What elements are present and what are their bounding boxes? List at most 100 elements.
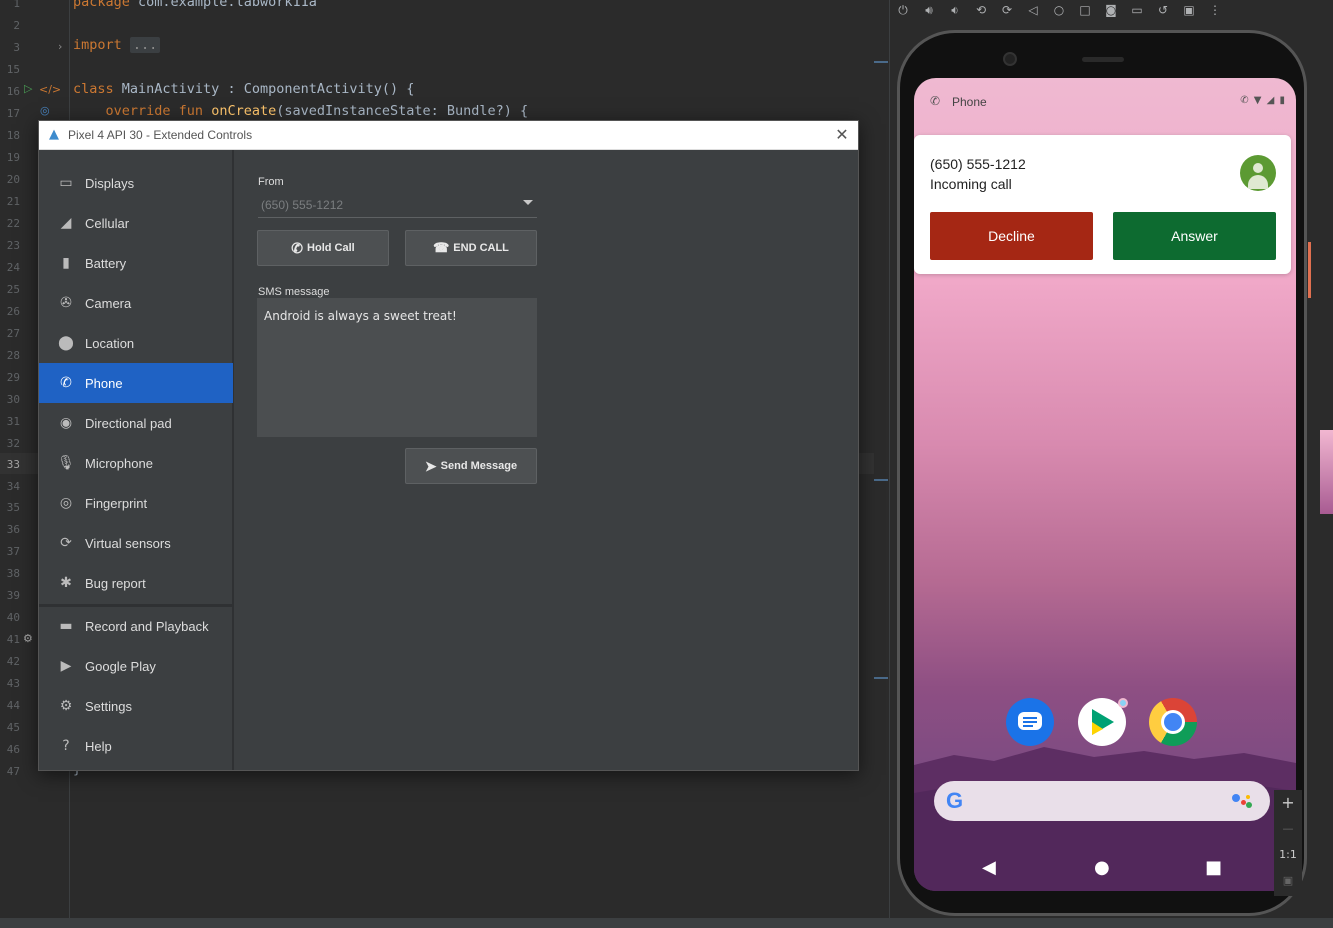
home-icon[interactable]: ○ [1046,1,1072,19]
sidebar-item-phone[interactable]: ✆ Phone [39,363,233,403]
sidebar-item-label: Camera [85,295,132,311]
assistant-icon[interactable] [1232,792,1256,810]
line-number: 46 [6,743,20,756]
code-line[interactable]: import ... [73,37,161,53]
sidebar-item-label: Settings [85,698,132,714]
device-screen[interactable]: ✆ Phone ✆ ▼ ◢ ▮ (650) 555-1212 Incoming … [914,78,1296,891]
line-number: 25 [6,283,20,296]
sidebar-item-virtual-sensors[interactable]: ⟳ Virtual sensors [39,523,233,563]
phone-pause-icon: ✆ [291,239,304,256]
navigation-bar: ◀ ● ■ [914,848,1296,888]
nav-home-icon[interactable]: ● [1094,858,1110,878]
zoom-ratio-button[interactable]: 1:1 [1274,842,1302,868]
sidebar-item-label: Displays [85,175,135,191]
sms-message-textarea[interactable]: Android is always a sweet treat! [257,298,537,437]
sidebar-item-directional-pad[interactable]: ◉ Directional pad [39,403,233,443]
dialog-title: Pixel 4 API 30 - Extended Controls [68,128,253,142]
google-logo-icon: G [946,788,964,813]
hold-call-button[interactable]: ✆ Hold Call [257,230,389,266]
screenshot-icon[interactable]: ◙ [1098,1,1124,19]
sidebar-item-fingerprint[interactable]: ◎ Fingerprint [39,483,233,523]
line-number: 28 [6,349,20,362]
line-number: 1 [13,0,20,10]
sidebar-item-bug-report[interactable]: ✱ Bug report [39,563,233,603]
avatar-icon [1240,155,1276,191]
chrome-app-icon[interactable] [1149,698,1197,746]
sidebar-item-help[interactable]: ? Help [39,726,233,766]
sidebar-item-settings[interactable]: ⚙ Settings [39,686,233,726]
rotate-left-icon[interactable]: ⟲ [968,1,994,19]
messages-app-icon[interactable] [1006,698,1054,746]
record-icon[interactable]: ▭ [1124,1,1150,19]
incoming-call-notification[interactable]: (650) 555-1212 Incoming call Decline Ans… [914,135,1291,274]
line-number: 47 [6,765,20,778]
sidebar-item-record-and-playback[interactable]: ▬ Record and Playback [39,606,233,646]
zoom-out-button[interactable]: — [1274,816,1302,842]
close-icon[interactable]: ✕ [832,125,852,145]
sidebar-item-label: Phone [85,375,123,391]
back-icon[interactable]: ◁ [1020,1,1046,19]
gear-icon[interactable]: ⚙ [23,632,33,645]
send-message-button[interactable]: ➤ Send Message [405,448,537,484]
sms-message-label: SMS message [258,286,330,298]
from-number-select[interactable]: (650) 555-1212 [258,194,537,218]
sidebar-item-google-play[interactable]: ▶ Google Play [39,646,233,686]
more-icon[interactable]: ⋮ [1202,1,1228,19]
sidebar-item-microphone[interactable]: 🎙︎ Microphone [39,443,233,483]
sidebar-item-location[interactable]: ⬤ Location [39,323,233,363]
play-store-app-icon[interactable] [1078,698,1128,746]
power-icon[interactable]: ⏻ [890,1,916,19]
overview-icon[interactable]: □ [1072,1,1098,19]
from-number-value: (650) 555-1212 [261,198,344,212]
line-number: 29 [6,371,20,384]
front-camera [1003,52,1017,66]
line-number: 43 [6,677,20,690]
sidebar-item-cellular[interactable]: ◢ Cellular [39,203,233,243]
status-indicator-icons: ✆ ▼ ◢ ▮ [1240,95,1286,106]
line-number: 16 [6,85,20,98]
fold-icon[interactable]: ▣ [1176,1,1202,19]
line-number: 26 [6,305,20,318]
run-icon[interactable]: ▷ [24,82,32,95]
code-line[interactable]: package com.example.labwork11a [73,0,317,10]
line-number: 27 [6,327,20,340]
code-line[interactable]: class MainActivity : ComponentActivity()… [73,81,414,97]
sidebar-item-battery[interactable]: ▮ Battery [39,243,233,283]
rotate-right-icon[interactable]: ⟳ [994,1,1020,19]
layout-icon[interactable]: </> [39,83,61,96]
zoom-in-button[interactable]: + [1274,790,1302,816]
nav-recents-icon[interactable]: ■ [1205,858,1222,878]
override-icon[interactable]: ◎ [40,104,50,117]
line-number: 2 [13,19,20,32]
decline-button[interactable]: Decline [930,212,1093,260]
snapshot-icon[interactable]: ↺ [1150,1,1176,19]
send-icon: ➤ [424,457,437,474]
sidebar-item-displays[interactable]: ▭ Displays [39,163,233,203]
line-number: 37 [6,545,20,558]
location-pin-icon: ⬤ [58,335,74,351]
nav-back-icon[interactable]: ◀ [982,858,996,878]
google-search-bar[interactable]: G [934,781,1270,821]
monitor-icon: ▭ [59,175,73,191]
answer-button[interactable]: Answer [1113,212,1276,260]
volume-down-icon[interactable]: 🔉︎ [942,1,968,19]
line-number: 30 [6,393,20,406]
code-line[interactable]: override fun onCreate(savedInstanceState… [73,103,529,119]
line-number: 3 [13,41,20,54]
line-number: 45 [6,721,20,734]
volume-up-icon[interactable]: 🔊︎ [916,1,942,19]
sidebar-item-label: Bug report [85,575,146,591]
sidebar-item-label: Battery [85,255,127,271]
send-message-label: Send Message [440,460,518,472]
play-store-icon: ▶ [60,658,72,674]
fold-chevron-icon[interactable]: › [58,40,62,53]
dialog-titlebar[interactable]: ▲ Pixel 4 API 30 - Extended Controls ✕ [39,121,858,150]
android-studio-icon: ▲ [49,127,59,142]
phone-icon: ✆ [930,94,941,108]
fit-screen-icon[interactable]: ▣ [1274,868,1302,894]
end-call-button[interactable]: ☎ END CALL [405,230,537,266]
status-app-name: Phone [952,95,987,109]
status-bar: ✆ Phone ✆ ▼ ◢ ▮ [914,94,1296,112]
line-number: 20 [6,173,20,186]
sidebar-item-camera[interactable]: ✇ Camera [39,283,233,323]
